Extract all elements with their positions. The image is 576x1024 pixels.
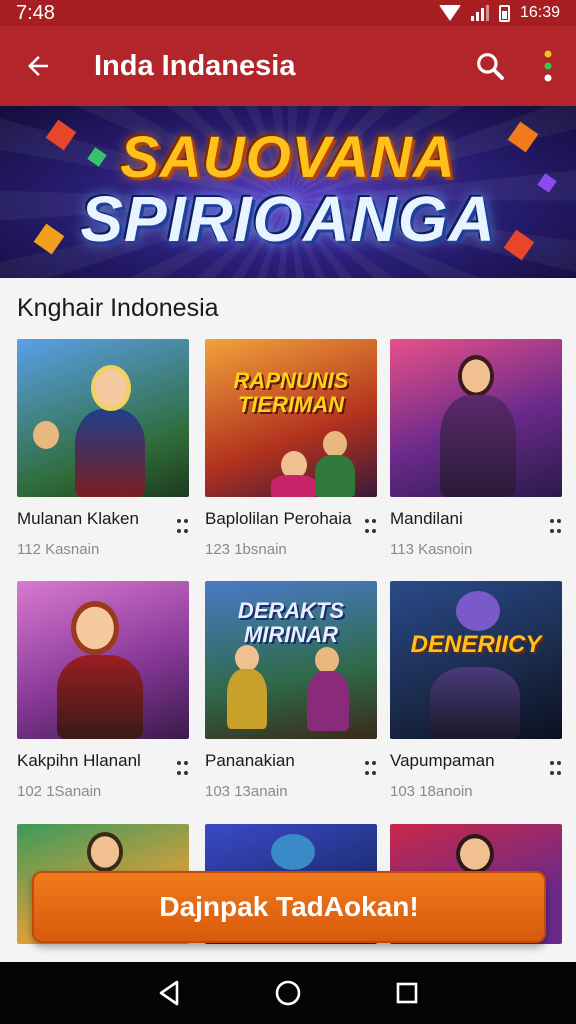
game-card[interactable]: Kakpihn Hlananl 102 1Sanain: [17, 581, 189, 800]
game-title: Mandilani: [390, 509, 463, 528]
game-thumbnail: [17, 339, 189, 497]
nav-home-button[interactable]: [268, 973, 308, 1013]
more-options-button[interactable]: [520, 26, 576, 106]
game-card[interactable]: DERAKTS MIRINAR Pananakian 103 13anain: [205, 581, 377, 800]
game-card[interactable]: RAPNUNIS TIERIMAN Baplolilan Perohaia 12…: [205, 339, 377, 558]
game-thumbnail: [390, 339, 562, 497]
game-card[interactable]: DENERIICY Vapumpaman 103 18anoin: [390, 581, 562, 800]
hero-figure: [227, 669, 267, 729]
card-menu-icon[interactable]: [365, 761, 377, 777]
download-cta-button[interactable]: Dajnpak TadAokan!: [32, 871, 546, 943]
banner-title-line2: SPIRIOANGA: [80, 183, 496, 255]
arrow-left-icon: [28, 56, 48, 76]
search-button[interactable]: [460, 26, 520, 106]
status-time: 7:48: [16, 1, 55, 24]
game-title: Pananakian: [205, 751, 295, 770]
game-title: Kakpihn Hlananl: [17, 751, 141, 770]
game-meta: 113 Kasnoin: [390, 541, 473, 558]
game-thumbnail: RAPNUNIS TIERIMAN: [205, 339, 377, 497]
hero-figure: [75, 409, 145, 497]
search-icon: [477, 53, 504, 80]
square-recent-icon: [396, 982, 417, 1004]
section-title: Knghair Indonesia: [17, 294, 219, 322]
ally-head: [315, 647, 339, 673]
nav-recent-button[interactable]: [387, 973, 427, 1013]
card-menu-icon[interactable]: [550, 519, 562, 535]
ally-figure: [307, 671, 349, 731]
status-icons: 16:39: [438, 4, 560, 22]
game-card[interactable]: Mulanan Klaken 112 Kasnain: [17, 339, 189, 558]
system-nav-bar: [0, 962, 576, 1024]
hero-head: [271, 834, 315, 870]
hero-head: [235, 645, 259, 671]
hero-figure: [57, 655, 143, 739]
hero-head: [458, 355, 494, 397]
game-meta: 102 1Sanain: [17, 783, 102, 800]
circle-home-icon: [275, 980, 301, 1006]
hero-head: [456, 834, 494, 874]
wifi-icon: [438, 5, 461, 21]
status-bar: 7:48 16:39: [0, 0, 576, 26]
game-title: Mulanan Klaken: [17, 509, 139, 528]
game-card[interactable]: Mandilani 113 Kasnoin: [390, 339, 562, 558]
hero-head: [71, 601, 119, 655]
thumbnail-caption: DENERIICY: [410, 631, 542, 658]
card-menu-icon[interactable]: [550, 761, 562, 777]
game-meta: 103 13anain: [205, 783, 288, 800]
battery-icon: [498, 4, 510, 22]
app-title: Inda Indanesia: [94, 49, 296, 82]
game-meta: 103 18anoin: [390, 783, 473, 800]
ally-figure: [315, 455, 355, 497]
game-thumbnail: [17, 581, 189, 739]
nav-back-button[interactable]: [149, 973, 189, 1013]
hero-figure: [440, 395, 516, 497]
back-button[interactable]: [0, 26, 76, 106]
battery-text: 16:39: [519, 4, 560, 21]
game-thumbnail: DENERIICY: [390, 581, 562, 739]
card-menu-icon[interactable]: [177, 519, 189, 535]
hero-head: [87, 832, 123, 872]
hero-figure: [430, 667, 520, 739]
signal-icon: [470, 5, 489, 21]
game-thumbnail: DERAKTS MIRINAR: [205, 581, 377, 739]
card-menu-icon[interactable]: [365, 519, 377, 535]
game-title: Vapumpaman: [390, 751, 495, 770]
hero-head: [91, 365, 131, 411]
hero-head: [456, 591, 500, 631]
thumbnail-caption: DERAKTS MIRINAR: [237, 598, 345, 647]
ally-head: [33, 421, 59, 449]
game-title: Baplolilan Perohaia: [205, 509, 352, 528]
thumbnail-caption: RAPNUNIS TIERIMAN: [233, 368, 349, 417]
more-vert-icon: [544, 50, 552, 82]
game-meta: 123 1bsnain: [205, 541, 287, 558]
triangle-back-icon: [160, 980, 179, 1006]
hero-figure: [271, 475, 317, 497]
ally-head: [323, 431, 347, 457]
card-menu-icon[interactable]: [177, 761, 189, 777]
game-meta: 112 Kasnain: [17, 541, 100, 558]
banner-title-line1: SAUOVANA: [120, 125, 456, 190]
hero-banner[interactable]: SAUOVANA SPIRIOANGA: [0, 106, 576, 278]
app-bar: Inda Indanesia: [0, 26, 576, 106]
